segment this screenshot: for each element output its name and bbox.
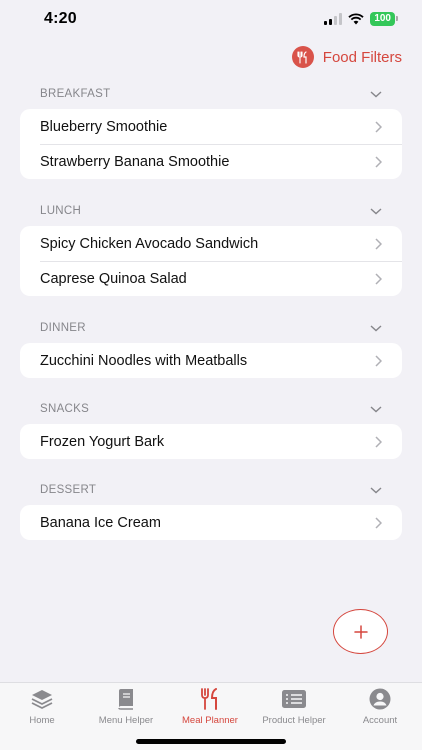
section-breakfast: BREAKFAST Blueberry Smoothie Strawberry … (20, 83, 402, 179)
chevron-down-icon (370, 90, 382, 97)
chevron-right-icon (375, 435, 382, 448)
tab-account[interactable]: Account (338, 687, 422, 726)
home-indicator (136, 739, 286, 744)
chevron-right-icon (375, 237, 382, 250)
meal-list-card: Spicy Chicken Avocado Sandwich Caprese Q… (20, 226, 402, 296)
meal-row[interactable]: Zucchini Noodles with Meatballs (20, 343, 402, 378)
section-title: BREAKFAST (40, 88, 111, 100)
meal-name: Blueberry Smoothie (40, 118, 168, 135)
section-header-snacks[interactable]: SNACKS (20, 398, 402, 420)
book-icon (116, 687, 136, 711)
tab-label: Meal Planner (182, 715, 238, 726)
status-time: 4:20 (44, 10, 77, 27)
meal-row[interactable]: Caprese Quinoa Salad (20, 261, 402, 296)
wifi-icon (348, 13, 364, 25)
tab-label: Menu Helper (98, 715, 154, 726)
food-filters-label: Food Filters (322, 48, 402, 66)
tab-product-helper[interactable]: Product Helper (252, 687, 336, 726)
section-header-dessert[interactable]: DESSERT (20, 479, 402, 501)
meal-list-card: Blueberry Smoothie Strawberry Banana Smo… (20, 109, 402, 179)
status-bar: 4:20 100 (0, 0, 422, 40)
meal-name: Frozen Yogurt Bark (40, 433, 165, 450)
status-icons: 100 (324, 12, 398, 26)
meal-row[interactable]: Spicy Chicken Avocado Sandwich (20, 226, 402, 261)
fork-knife-icon (200, 687, 220, 711)
meal-name: Strawberry Banana Smoothie (40, 153, 230, 170)
section-dessert: DESSERT Banana Ice Cream (20, 479, 402, 540)
section-title: SNACKS (40, 403, 90, 415)
add-meal-button[interactable] (333, 609, 388, 654)
meal-list-card: Zucchini Noodles with Meatballs (20, 343, 402, 378)
meal-name: Spicy Chicken Avocado Sandwich (40, 235, 259, 252)
meal-row[interactable]: Strawberry Banana Smoothie (20, 144, 402, 179)
chevron-down-icon (370, 324, 382, 331)
chevron-right-icon (375, 120, 382, 133)
tab-label: Account (362, 715, 398, 726)
meal-list-card: Banana Ice Cream (20, 505, 402, 540)
chevron-down-icon (370, 207, 382, 214)
cellular-signal-icon (324, 13, 343, 25)
section-title: LUNCH (40, 205, 82, 217)
section-title: DESSERT (40, 484, 97, 496)
meal-name: Zucchini Noodles with Meatballs (40, 352, 248, 369)
chevron-down-icon (370, 405, 382, 412)
list-icon (281, 687, 307, 711)
chevron-right-icon (375, 354, 382, 367)
tab-label: Home (29, 715, 55, 726)
meal-row[interactable]: Banana Ice Cream (20, 505, 402, 540)
section-header-dinner[interactable]: DINNER (20, 317, 402, 339)
section-lunch: LUNCH Spicy Chicken Avocado Sandwich Cap… (20, 200, 402, 296)
fork-knife-icon (291, 46, 314, 68)
battery-indicator: 100 (370, 12, 398, 26)
tab-menu-helper[interactable]: Menu Helper (84, 687, 168, 726)
chevron-right-icon (375, 272, 382, 285)
meal-name: Banana Ice Cream (40, 514, 161, 531)
tab-label: Product Helper (262, 715, 326, 726)
chevron-right-icon (375, 155, 382, 168)
tab-home[interactable]: Home (0, 687, 84, 726)
meal-row[interactable]: Frozen Yogurt Bark (20, 424, 402, 459)
section-header-lunch[interactable]: LUNCH (20, 200, 402, 222)
food-filters-button[interactable]: Food Filters (291, 46, 402, 68)
section-header-breakfast[interactable]: BREAKFAST (20, 83, 402, 105)
layers-icon (30, 687, 54, 711)
meal-row[interactable]: Blueberry Smoothie (20, 109, 402, 144)
plus-icon (353, 624, 368, 639)
meal-list-card: Frozen Yogurt Bark (20, 424, 402, 459)
tab-meal-planner[interactable]: Meal Planner (168, 687, 252, 726)
section-snacks: SNACKS Frozen Yogurt Bark (20, 398, 402, 459)
chevron-down-icon (370, 486, 382, 493)
person-circle-icon (369, 687, 391, 711)
meal-name: Caprese Quinoa Salad (40, 270, 187, 287)
section-dinner: DINNER Zucchini Noodles with Meatballs (20, 317, 402, 378)
chevron-right-icon (375, 516, 382, 529)
section-title: DINNER (40, 322, 86, 334)
